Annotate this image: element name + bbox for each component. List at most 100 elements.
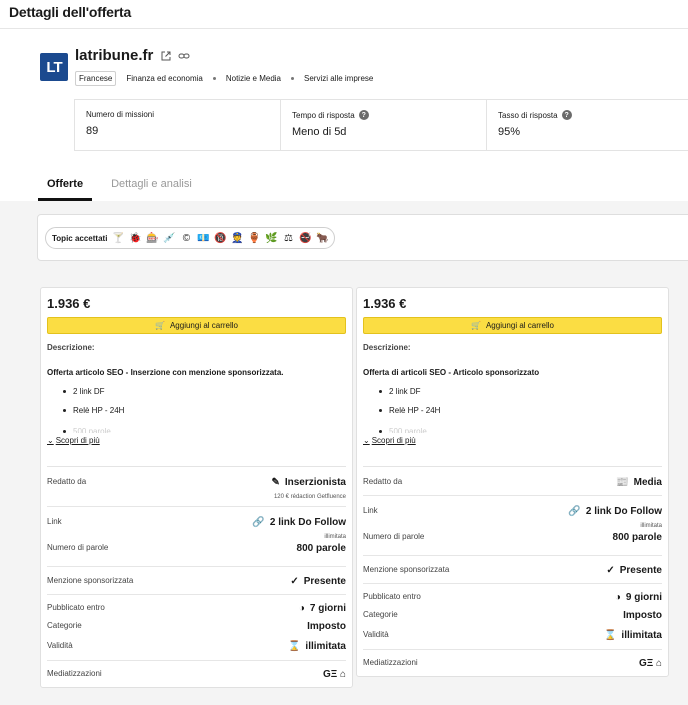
external-link-icon[interactable]: [161, 51, 171, 61]
detail-row-categories: Categorie Imposto: [363, 604, 662, 624]
detail-value: 2 link Do Follow: [269, 517, 346, 528]
bug-icon: 🐞: [129, 232, 142, 244]
accepted-topics-pill: Topic accettati 🍸 🐞 🎰 💉 © 💶 🔞 👮 🏺 🌿 ⚖ 🚭 …: [45, 227, 336, 249]
tab-details-analysis[interactable]: Dettagli e analisi: [102, 178, 201, 201]
detail-row-words: Numero di parole 800 parole: [47, 539, 346, 567]
stat-label: Tempo di risposta: [292, 110, 355, 120]
bullet-item: 500 parole: [47, 427, 346, 433]
detail-row-published: Pubblicato entro ◑ 7 giorni: [47, 595, 346, 615]
chevron-down-icon: ⌄: [47, 436, 54, 445]
law-icon: ⚖: [283, 232, 293, 244]
half-circle-icon: ◑: [614, 592, 621, 603]
tobacco-icon: 🚭: [299, 232, 312, 244]
show-more-link[interactable]: ⌄ Scopri di più: [47, 436, 346, 445]
media-icons: GΞ ⌂: [322, 669, 346, 680]
detail-row-words: Numero di parole 800 parole: [363, 528, 662, 556]
bullet-item: 2 link DF: [47, 387, 346, 396]
detail-key: Menzione sponsorizzata: [47, 576, 134, 585]
detail-value: 800 parole: [296, 543, 346, 554]
pencil-icon: ✎: [271, 477, 280, 488]
offer-price: 1.936 €: [47, 296, 91, 311]
detail-key: Redatto da: [363, 477, 403, 486]
detail-key: Pubblicato entro: [363, 592, 421, 601]
detail-subtext: 120 € rédaction Getfluence: [273, 494, 346, 500]
offer-price: 1.936 €: [363, 296, 407, 311]
add-to-cart-button[interactable]: 🛒 Aggiungi al carrello: [363, 317, 662, 334]
detail-key: Link: [47, 517, 62, 526]
detail-key: Validità: [363, 630, 389, 639]
site-tags: Francese Finanza ed economia Notizie e M…: [75, 71, 373, 86]
detail-key: Categorie: [47, 621, 82, 630]
cart-icon: 🛒: [154, 321, 165, 330]
show-more-link[interactable]: ⌄ Scopri di più: [363, 436, 662, 445]
detail-row-categories: Categorie Imposto: [47, 615, 346, 635]
copyright-icon: ©: [182, 232, 191, 244]
stat-value: Meno di 5d: [292, 126, 347, 138]
stat-value: 95%: [498, 126, 521, 138]
detail-value: 9 giorni: [625, 592, 662, 603]
separator-dot: [291, 77, 294, 80]
header-divider: [0, 28, 688, 29]
syringe-icon: 💉: [163, 232, 176, 244]
detail-key: Numero di parole: [363, 532, 425, 541]
money-icon: 💶: [197, 232, 210, 244]
detail-key: Validità: [47, 641, 73, 650]
stat-response-rate: Tasso di risposta? 95%: [487, 100, 688, 150]
topics-panel: Topic accettati 🍸 🐞 🎰 💉 © 💶 🔞 👮 🏺 🌿 ⚖ 🚭 …: [37, 214, 688, 261]
detail-key: Mediatizzazioni: [363, 658, 418, 667]
newspaper-icon: 📰: [616, 477, 629, 488]
help-icon[interactable]: ?: [561, 110, 572, 120]
link-icon[interactable]: [178, 51, 190, 61]
show-more-label: Scopri di più: [371, 436, 416, 445]
detail-row-validity: Validità ⌛ illimitata: [363, 624, 662, 650]
language-badge: Francese: [75, 71, 117, 86]
help-icon[interactable]: ?: [358, 110, 369, 120]
detail-key: Categorie: [363, 610, 398, 619]
detail-value: Inserzionista: [284, 477, 346, 488]
detail-row-author: Redatto da ✎ Inserzionista 120 € rédaction …: [47, 467, 346, 507]
detail-key: Mediatizzazioni: [47, 669, 102, 678]
detail-row-link: Link 🔗 2 link Do Follow illimitata: [363, 496, 662, 529]
detail-value: illimitata: [621, 630, 662, 641]
detail-subtext: illimitata: [640, 523, 662, 529]
hourglass-icon: ⌛: [603, 630, 617, 641]
cart-icon: 🛒: [470, 321, 481, 330]
detail-subtext: illimitata: [324, 534, 346, 540]
media-icons: GΞ ⌂: [638, 658, 662, 669]
check-circle-icon: ✓: [606, 565, 615, 576]
hourglass-icon: ⌛: [287, 641, 301, 652]
detail-value: illimitata: [305, 641, 346, 652]
page-title: Dettagli dell'offerta: [9, 4, 132, 20]
show-more-label: Scopri di più: [55, 436, 100, 445]
tab-offers[interactable]: Offerte: [38, 178, 93, 201]
chevron-down-icon: ⌄: [363, 436, 370, 445]
separator-dot: [212, 77, 216, 80]
detail-value: Imposto: [623, 610, 662, 621]
bullet-item: Relè HP - 24H: [47, 406, 346, 415]
detail-value: Imposto: [307, 621, 346, 632]
detail-key: Numero di parole: [47, 543, 109, 552]
category-tag: Servizi alle imprese: [304, 74, 374, 83]
topics-label: Topic accettati: [52, 233, 108, 243]
detail-key: Redatto da: [47, 477, 87, 486]
adult-icon: 🔞: [214, 232, 227, 244]
offer-card: 1.936 € 🛒 Aggiungi al carrello Descrizion…: [40, 287, 353, 688]
police-icon: 👮: [231, 232, 244, 244]
detail-key: Menzione sponsorizzata: [363, 565, 450, 574]
bull-icon: 🐂: [316, 232, 329, 244]
urn-icon: 🏺: [248, 232, 261, 244]
offer-title: Offerta di articoli SEO - Articolo spons…: [363, 368, 540, 377]
link-icon: 🔗: [252, 517, 265, 528]
offer-title: Offerta articolo SEO - Inserzione con me…: [47, 368, 284, 377]
detail-value: Media: [633, 477, 662, 488]
detail-key: Pubblicato entro: [47, 603, 105, 612]
category-tag: Notizie e Media: [225, 74, 281, 83]
detail-row-sponsored: Menzione sponsorizzata ✓ Presente: [363, 556, 662, 584]
add-to-cart-button[interactable]: 🛒 Aggiungi al carrello: [47, 317, 346, 334]
tab-bar: Offerte Dettagli e analisi: [38, 178, 211, 201]
detail-row-author: Redatto da 📰 Media: [363, 467, 662, 496]
offer-card: 1.936 € 🛒 Aggiungi al carrello Descrizion…: [356, 287, 669, 677]
site-name: latribune.fr: [75, 47, 154, 64]
stat-response-time: Tempo di risposta? Meno di 5d: [281, 100, 487, 150]
cannabis-icon: 🌿: [265, 232, 278, 244]
